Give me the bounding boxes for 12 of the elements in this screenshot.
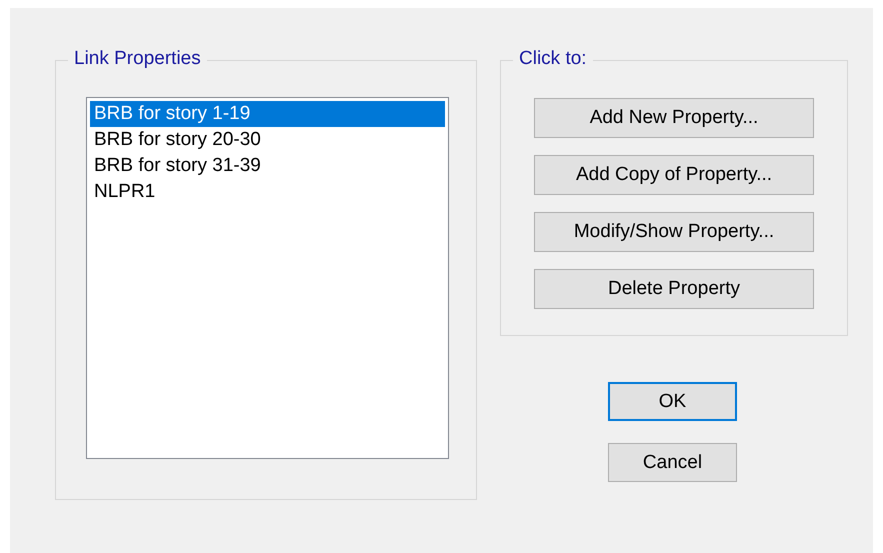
property-button[interactable]: Modify/Show Property... (534, 212, 814, 252)
list-item[interactable]: NLPR1 (90, 179, 445, 205)
list-item[interactable]: BRB for story 1-19 (90, 101, 445, 127)
dialog-button[interactable]: Cancel (608, 443, 737, 482)
list-item[interactable]: BRB for story 31-39 (90, 153, 445, 179)
list-item[interactable]: BRB for story 20-30 (90, 127, 445, 153)
property-button[interactable]: Delete Property (534, 269, 814, 309)
dialog-button[interactable]: OK (608, 382, 737, 421)
property-button[interactable]: Add Copy of Property... (534, 155, 814, 195)
property-list[interactable]: BRB for story 1-19 BRB for story 20-30 BRB for story 31-39 NLPR1 (86, 97, 449, 459)
group-title: Link Properties (68, 48, 207, 70)
property-button[interactable]: Add New Property... (534, 98, 814, 138)
